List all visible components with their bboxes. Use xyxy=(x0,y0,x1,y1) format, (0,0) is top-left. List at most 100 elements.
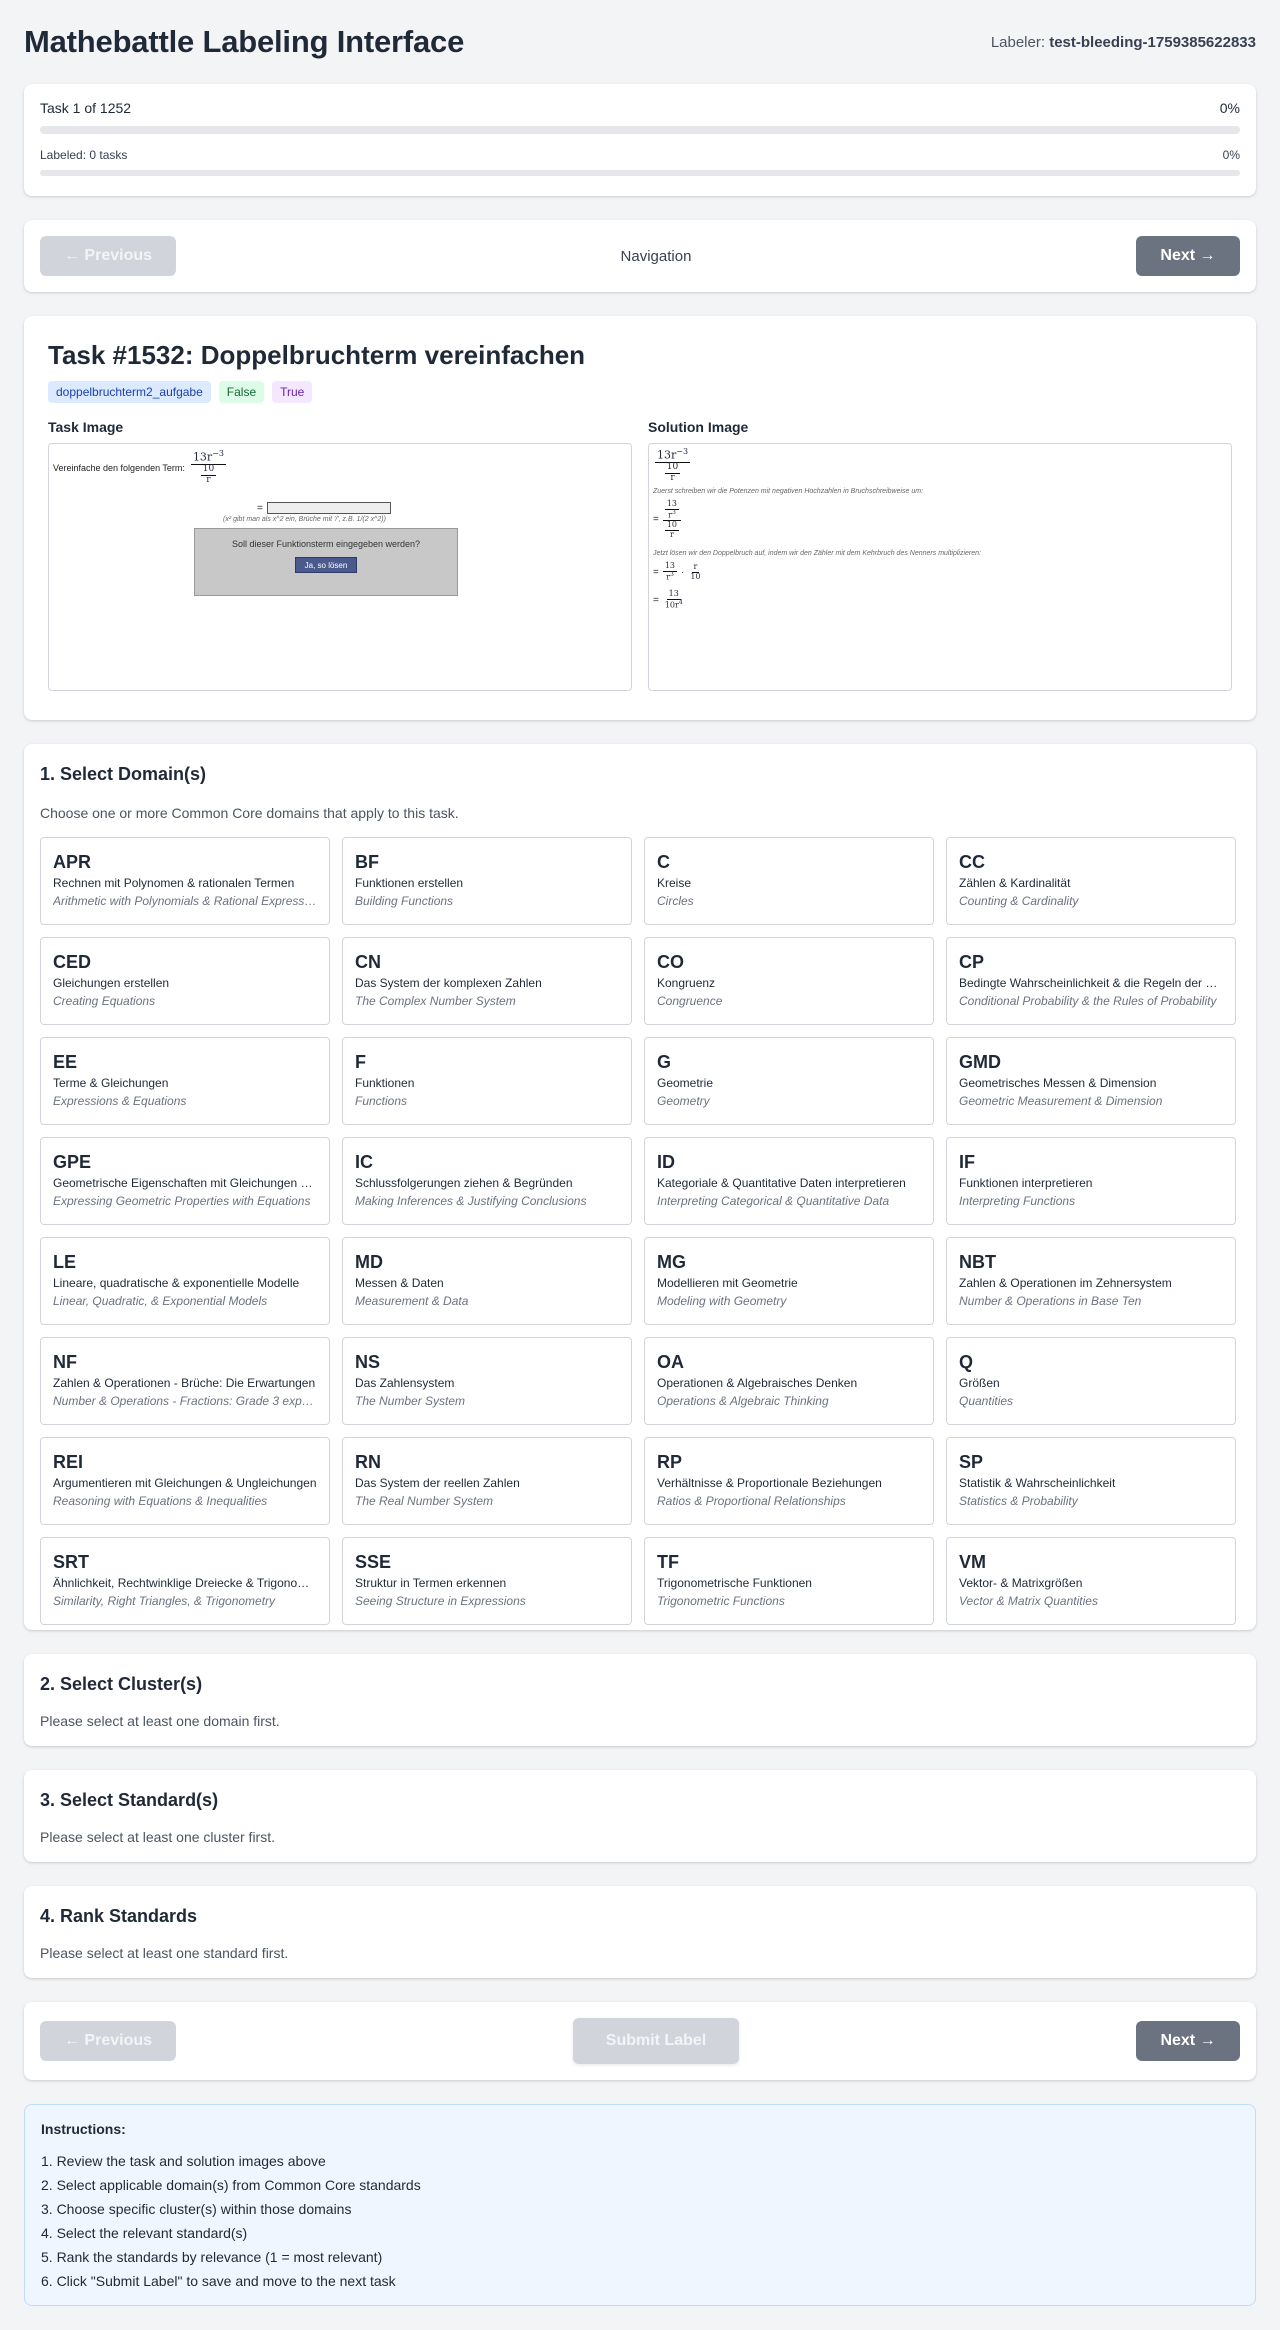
domain-code: GMD xyxy=(959,1052,1001,1072)
domain-option-vm[interactable]: VM Vektor- & Matrixgrößen Vector & Matrix … xyxy=(946,1537,1236,1625)
domain-option-rei[interactable]: REI Argumentieren mit Gleichungen & Ungle… xyxy=(40,1437,330,1525)
domain-code: RN xyxy=(355,1452,381,1472)
domain-code: OA xyxy=(657,1352,684,1372)
term-numerator: 13r xyxy=(192,450,213,464)
domain-option-if[interactable]: IF Funktionen interpretieren Interpreting … xyxy=(946,1137,1236,1225)
domain-option-ic[interactable]: IC Schlussfolgerungen ziehen & Begründen M… xyxy=(342,1137,632,1225)
step1-equals: = xyxy=(653,514,659,526)
domain-name-german: Kategoriale & Quantitative Daten interpr… xyxy=(657,1176,906,1190)
domain-name-english: Arithmetic with Polynomials & Rational E… xyxy=(53,894,317,908)
domain-option-md[interactable]: MD Messen & Daten Measurement & Data xyxy=(342,1237,632,1325)
domain-code: C xyxy=(657,852,670,872)
domain-code: CC xyxy=(959,852,985,872)
domain-option-c[interactable]: C Kreise Circles xyxy=(644,837,934,925)
bottom-navigation: ← Previous Submit Label Next → xyxy=(24,2002,1256,2080)
solution-image: 13r−3 10 r Zuerst schreiben wir die Poten… xyxy=(648,443,1232,691)
domain-option-gmd[interactable]: GMD Geometrisches Messen & Dimension Geome… xyxy=(946,1037,1236,1125)
domain-option-sse[interactable]: SSE Struktur in Termen erkennen Seeing Str… xyxy=(342,1537,632,1625)
sol-term-den-bottom: r xyxy=(670,472,675,483)
answer-input[interactable] xyxy=(266,502,391,514)
bottom-previous-button[interactable]: ← Previous xyxy=(40,2021,176,2061)
domain-code: BF xyxy=(355,852,379,872)
sol-term-numerator: 13r xyxy=(657,448,677,462)
task-image: Vereinfache den folgenden Term: 13r−3 10… xyxy=(48,443,632,691)
instruction-item: 3. Choose specific cluster(s) within tho… xyxy=(41,2201,352,2217)
domain-name-german: Lineare, quadratische & exponentielle Mo… xyxy=(53,1276,300,1290)
domain-option-rn[interactable]: RN Das System der reellen Zahlen The Real … xyxy=(342,1437,632,1525)
domain-code: MD xyxy=(355,1252,383,1272)
domain-option-ns[interactable]: NS Das Zahlensystem The Number System xyxy=(342,1337,632,1425)
domain-option-q[interactable]: Q Größen Quantities xyxy=(946,1337,1236,1425)
domain-name-german: Trigonometrische Funktionen xyxy=(657,1576,812,1590)
solution-step2-text: Jetzt lösen wir den Doppelbruch auf, ind… xyxy=(653,550,981,557)
domain-option-le[interactable]: LE Lineare, quadratische & exponentielle … xyxy=(40,1237,330,1325)
domain-name-english: Number & Operations - Fractions: Grade 3… xyxy=(53,1394,317,1408)
domain-option-sp[interactable]: SP Statistik & Wahrscheinlichkeit Statisti… xyxy=(946,1437,1236,1525)
solution-final-eq: = 13 10r4 xyxy=(653,589,685,610)
domain-name-english: Measurement & Data xyxy=(355,1294,469,1308)
domain-name-english: Interpreting Functions xyxy=(959,1194,1076,1208)
domain-name-german: Vektor- & Matrixgrößen xyxy=(959,1576,1083,1590)
domain-option-nf[interactable]: NF Zahlen & Operationen - Brüche: Die Erw… xyxy=(40,1337,330,1425)
previous-button[interactable]: ← Previous xyxy=(40,236,176,276)
domain-code: VM xyxy=(959,1552,986,1572)
domain-name-german: Kreise xyxy=(657,876,692,890)
domain-option-bf[interactable]: BF Funktionen erstellen Building Functions xyxy=(342,837,632,925)
domain-option-rp[interactable]: RP Verhältnisse & Proportionale Beziehung… xyxy=(644,1437,934,1525)
solution-step1-eq: = 13 r3 10 r xyxy=(653,499,682,540)
domain-name-english: Modeling with Geometry xyxy=(657,1294,787,1308)
page-header: Mathebattle Labeling Interface Labeler: … xyxy=(24,0,1256,84)
domain-code: REI xyxy=(53,1452,84,1472)
domain-name-german: Größen xyxy=(959,1376,1000,1390)
domain-name-english: Interpreting Categorical & Quantitative … xyxy=(657,1194,890,1208)
domain-name-german: Funktionen erstellen xyxy=(355,876,464,890)
step1-exp3: 3 xyxy=(671,508,676,516)
labeler-prefix: Labeler: xyxy=(990,33,1046,51)
navigation-label: Navigation xyxy=(620,247,692,265)
next-button[interactable]: Next → xyxy=(1135,236,1240,276)
domain-option-ee[interactable]: EE Terme & Gleichungen Expressions & Equat… xyxy=(40,1037,330,1125)
domain-option-g[interactable]: G Geometrie Geometry xyxy=(644,1037,934,1125)
domain-name-english: Building Functions xyxy=(355,894,454,908)
answer-equals: = xyxy=(257,502,263,514)
domain-option-cp[interactable]: CP Bedingte Wahrscheinlichkeit & die Rege… xyxy=(946,937,1236,1025)
domain-option-ced[interactable]: CED Gleichungen erstellen Creating Equatio… xyxy=(40,937,330,1025)
task-progress-text: Task 1 of 1252 xyxy=(40,100,132,116)
domain-option-cc[interactable]: CC Zählen & Kardinalität Counting & Cardin… xyxy=(946,837,1236,925)
domain-name-english: The Complex Number System xyxy=(355,994,516,1008)
step2-dot: · xyxy=(681,566,685,578)
domain-option-nbt[interactable]: NBT Zahlen & Operationen im Zehnersystem N… xyxy=(946,1237,1236,1325)
domain-code: NS xyxy=(355,1352,381,1372)
domain-option-gpe[interactable]: GPE Geometrische Eigenschaften mit Gleich… xyxy=(40,1137,330,1225)
bottom-next-button[interactable]: Next → xyxy=(1136,2021,1240,2061)
rank-section: 4. Rank Standards Please select at least… xyxy=(24,1886,1256,1978)
domain-option-mg[interactable]: MG Modellieren mit Geometrie Modeling with… xyxy=(644,1237,934,1325)
labeled-progress-row: Labeled: 0 tasks 0% xyxy=(40,148,1240,162)
domain-option-apr[interactable]: APR Rechnen mit Polynomen & rationalen Te… xyxy=(40,837,330,925)
domain-code: CN xyxy=(355,952,381,972)
domain-option-id[interactable]: ID Kategoriale & Quantitative Daten inter… xyxy=(644,1137,934,1225)
domain-option-cn[interactable]: CN Das System der komplexen Zahlen The Com… xyxy=(342,937,632,1025)
domain-name-english: Linear, Quadratic, & Exponential Models xyxy=(53,1294,268,1308)
domain-option-oa[interactable]: OA Operationen & Algebraisches Denken Oper… xyxy=(644,1337,934,1425)
domain-code: G xyxy=(657,1052,672,1072)
confirm-solve-button[interactable]: Ja, so lösen xyxy=(295,557,357,573)
submit-label-button[interactable]: Submit Label xyxy=(573,2018,739,2064)
domain-name-german: Zahlen & Operationen - Brüche: Die Erwar… xyxy=(53,1376,316,1390)
domain-code: RP xyxy=(657,1452,683,1472)
task-progress-bar xyxy=(40,126,1240,134)
domain-section-title: 1. Select Domain(s) xyxy=(40,764,207,784)
tag-false: False xyxy=(218,381,265,403)
labeled-progress-bar xyxy=(40,170,1240,176)
step2-equals: = xyxy=(653,566,659,578)
domain-name-english: Similarity, Right Triangles, & Trigonome… xyxy=(53,1594,276,1608)
domain-option-co[interactable]: CO Kongruenz Congruence xyxy=(644,937,934,1025)
domain-name-english: Congruence xyxy=(657,994,723,1008)
domain-name-german: Zahlen & Operationen im Zehnersystem xyxy=(959,1276,1172,1290)
domain-option-srt[interactable]: SRT Ähnlichkeit, Rechtwinklige Dreiecke &… xyxy=(40,1537,330,1625)
domain-name-german: Operationen & Algebraisches Denken xyxy=(657,1376,858,1390)
standard-section-title: 3. Select Standard(s) xyxy=(40,1790,219,1810)
task-title: Task #1532: Doppelbruchterm vereinfachen xyxy=(48,340,586,370)
domain-option-f[interactable]: F Funktionen Functions xyxy=(342,1037,632,1125)
domain-option-tf[interactable]: TF Trigonometrische Funktionen Trigonometr… xyxy=(644,1537,934,1625)
